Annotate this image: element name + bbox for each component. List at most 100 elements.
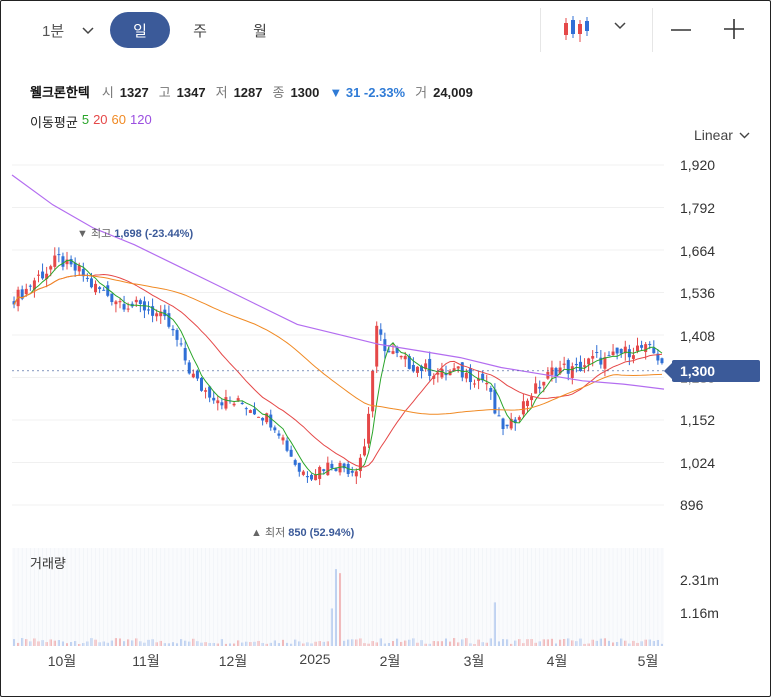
- candle-body: [232, 403, 236, 406]
- candle-body: [94, 283, 98, 293]
- max-label: ▼ 최고: [77, 228, 112, 240]
- x-tick: 10월: [47, 653, 77, 669]
- candle-body: [595, 352, 599, 354]
- x-tick: 5월: [637, 653, 659, 669]
- candle-body: [619, 348, 623, 354]
- candle-body: [318, 467, 322, 479]
- candle-body: [603, 357, 607, 369]
- candle-body: [468, 367, 472, 383]
- candle-body: [517, 417, 521, 420]
- volume-tick: 2.31m: [680, 572, 719, 588]
- candle-body: [314, 474, 318, 481]
- candle-body: [257, 416, 261, 418]
- price-chart: [11, 164, 672, 646]
- candle-body: [199, 377, 203, 391]
- candle-body: [660, 358, 664, 364]
- candle-body: [326, 462, 330, 476]
- candle-body: [28, 285, 32, 287]
- candle-body: [36, 274, 40, 276]
- candle-body: [538, 386, 542, 389]
- candle-body: [285, 440, 289, 451]
- y-tick: 1,664: [680, 243, 716, 259]
- candle-body: [110, 293, 114, 303]
- candle-body: [615, 347, 619, 354]
- candle-body: [122, 304, 126, 310]
- candle-body: [607, 355, 611, 357]
- y-tick: 1,152: [680, 412, 716, 428]
- x-tick: 12월: [218, 653, 248, 669]
- candle-body: [440, 368, 444, 378]
- max-value: 1,698 (-23.44%): [114, 228, 194, 240]
- candle-body: [195, 370, 199, 379]
- candle-body: [399, 355, 403, 358]
- candle-body: [640, 345, 644, 348]
- candle-body: [456, 366, 460, 369]
- candle-body: [212, 397, 216, 401]
- candle-body: [289, 449, 293, 457]
- candle-body: [550, 367, 554, 375]
- candle-body: [334, 468, 338, 471]
- candle-body: [562, 363, 566, 365]
- candle-body: [631, 355, 635, 359]
- candle-body: [411, 364, 415, 372]
- candle-body: [261, 417, 265, 421]
- candle-body: [501, 418, 505, 430]
- candle-body: [525, 400, 529, 407]
- candle-body: [61, 256, 65, 267]
- candle-body: [330, 463, 334, 469]
- candle-body: [375, 325, 379, 367]
- candle-body: [204, 390, 208, 392]
- candle-body: [587, 358, 591, 365]
- candle-body: [41, 271, 45, 279]
- candle-body: [485, 383, 489, 385]
- volume-panel: [12, 548, 664, 646]
- candle-body: [310, 474, 314, 480]
- candle-body: [102, 289, 106, 291]
- x-tick: 2025: [299, 651, 331, 667]
- candle-body: [57, 254, 61, 256]
- candle-body: [155, 313, 159, 317]
- candle-body: [293, 460, 297, 465]
- min-annotation: ▲ 최저 850 (52.94%): [251, 524, 354, 540]
- candle-body: [367, 413, 371, 444]
- candle-body: [578, 361, 582, 372]
- last-price-badge: 1,300: [664, 360, 760, 382]
- candle-body: [566, 360, 570, 374]
- candle-body: [167, 313, 171, 327]
- candle-body: [489, 387, 493, 392]
- x-tick: 2월: [379, 653, 401, 669]
- candle-body: [248, 410, 252, 413]
- candle-body: [570, 366, 574, 378]
- candle-body: [530, 396, 534, 401]
- candle-body: [118, 301, 122, 303]
- candle-body: [114, 301, 118, 305]
- candle-body: [554, 368, 558, 377]
- candle-body: [269, 414, 273, 428]
- candle-body: [252, 409, 256, 415]
- candle-body: [175, 330, 179, 340]
- candle-body: [644, 344, 648, 353]
- y-tick: 1,024: [680, 455, 716, 471]
- candle-body: [89, 278, 93, 288]
- candle-body: [583, 365, 587, 367]
- candle-body: [244, 408, 248, 410]
- candle-body: [379, 329, 383, 335]
- candle-body: [403, 356, 407, 360]
- candle-body: [24, 288, 28, 295]
- candle-body: [428, 358, 432, 376]
- x-tick: 4월: [546, 653, 568, 669]
- x-tick: 3월: [463, 653, 485, 669]
- candle-body: [611, 351, 615, 356]
- candle-body: [350, 470, 354, 473]
- candle-body: [652, 347, 656, 354]
- candle-body: [277, 433, 281, 436]
- candle-body: [322, 469, 326, 472]
- candle-body: [138, 300, 142, 304]
- candle-body: [191, 373, 195, 378]
- candle-body: [236, 398, 240, 401]
- candle-body: [542, 381, 546, 386]
- y-tick: 1,792: [680, 200, 716, 216]
- candle-body: [183, 348, 187, 361]
- candle-body: [98, 287, 102, 290]
- candle-body: [497, 415, 501, 417]
